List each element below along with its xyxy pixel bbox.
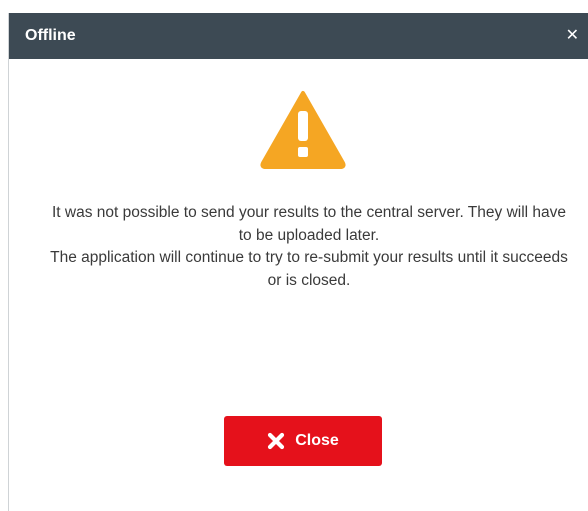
close-icon[interactable]: ✕ bbox=[566, 28, 579, 44]
warning-triangle-icon bbox=[260, 91, 346, 169]
dialog-body: It was not possible to send your results… bbox=[9, 59, 588, 511]
message-line: It was not possible to send your results… bbox=[51, 204, 567, 244]
offline-dialog: Offline ✕ It was not possible to send yo… bbox=[8, 13, 588, 511]
close-button-label: Close bbox=[295, 432, 339, 449]
dialog-title: Offline bbox=[25, 27, 76, 44]
dialog-message: It was not possible to send your results… bbox=[49, 202, 569, 292]
dialog-titlebar: Offline ✕ bbox=[9, 13, 588, 59]
x-icon bbox=[268, 432, 285, 450]
message-line: The application will continue to try to … bbox=[50, 249, 568, 289]
close-button[interactable]: Close bbox=[224, 416, 382, 466]
page: Offline ✕ It was not possible to send yo… bbox=[0, 0, 588, 511]
